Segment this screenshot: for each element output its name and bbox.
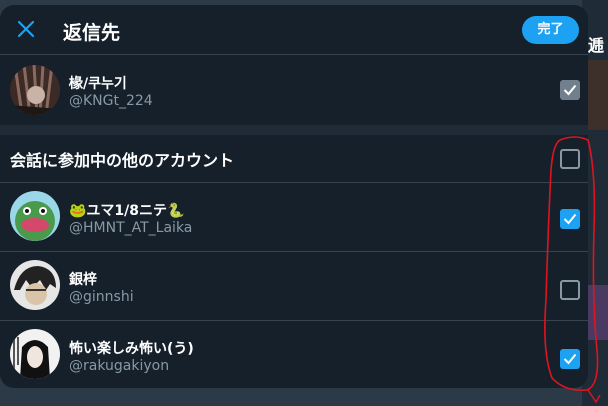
account-checkbox[interactable] (560, 349, 580, 369)
account-name: 銀梓 (69, 272, 97, 288)
account-row-1[interactable]: 椽/쿠누기 @KNGt_224 (0, 56, 588, 124)
checkmark-icon (563, 213, 577, 225)
dialog-title: 返信先 (63, 22, 121, 44)
section-title: 会話に参加中の他のアカウント (10, 151, 235, 170)
background-image (588, 285, 608, 340)
account-checkbox[interactable] (560, 80, 580, 100)
section-separator (0, 125, 588, 135)
avatar (10, 260, 60, 310)
account-name: 🐸ユマ1/8ニテ🐍 (69, 203, 185, 219)
account-handle: @ginnshi (69, 289, 134, 305)
close-icon (17, 20, 35, 38)
account-checkbox[interactable] (560, 209, 580, 229)
account-handle: @HMNT_AT_Laika (69, 220, 193, 236)
avatar (10, 191, 60, 241)
account-row-2[interactable]: 🐸ユマ1/8ニテ🐍 @HMNT_AT_Laika (0, 183, 588, 251)
background-image (588, 60, 608, 130)
background-text: 逓 (588, 36, 605, 55)
avatar (10, 329, 60, 379)
account-handle: @KNGt_224 (69, 93, 153, 109)
other-accounts-header[interactable]: 会話に参加中の他のアカウント (0, 135, 588, 183)
checkmark-icon (563, 84, 577, 96)
account-handle: @rakugakiyon (69, 358, 170, 374)
reply-to-dialog: 返信先 完了 椽/쿠누기 @KNGt_224 会話に参加中の他のアカウント 🐸ユ… (0, 5, 588, 388)
select-all-checkbox[interactable] (560, 149, 580, 169)
avatar (10, 65, 60, 115)
checkmark-icon (563, 353, 577, 365)
account-row-3[interactable]: 銀梓 @ginnshi (0, 252, 588, 320)
account-name: 椽/쿠누기 (69, 76, 127, 92)
dialog-header: 返信先 完了 (0, 5, 588, 55)
account-name: 怖い楽しみ怖い(う) (69, 341, 194, 357)
done-button[interactable]: 完了 (522, 16, 579, 44)
account-checkbox[interactable] (560, 280, 580, 300)
account-row-4[interactable]: 怖い楽しみ怖い(う) @rakugakiyon (0, 321, 588, 388)
close-button[interactable] (14, 17, 38, 41)
